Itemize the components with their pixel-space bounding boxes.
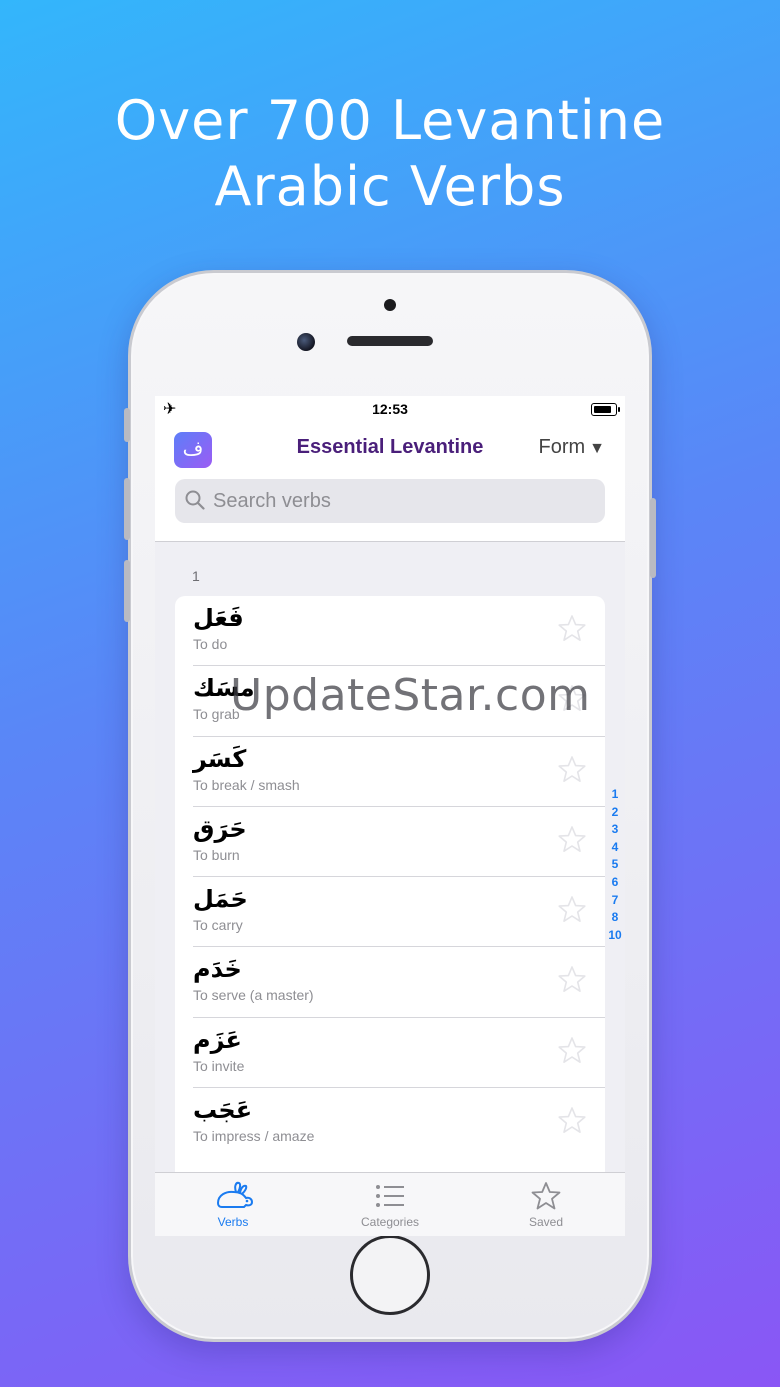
- search-input[interactable]: [213, 483, 593, 519]
- verb-english: To impress / amaze: [193, 1128, 315, 1145]
- favorite-star-icon[interactable]: [557, 1036, 587, 1066]
- verb-row[interactable]: كَسَر To break / smash: [193, 737, 605, 807]
- phone-side-button-left-3: [124, 560, 130, 622]
- tab-saved-label: Saved: [528, 1215, 564, 1229]
- favorite-star-icon[interactable]: [557, 895, 587, 925]
- search-icon: [185, 490, 205, 510]
- phone-side-button-right: [650, 498, 656, 578]
- section-index-item[interactable]: 7: [605, 892, 625, 910]
- verb-arabic: عَجَب: [193, 1096, 253, 1125]
- section-index[interactable]: 1 2 3 4 5 6 7 8 10: [605, 786, 625, 944]
- battery-icon: [591, 403, 620, 416]
- status-time: 12:53: [372, 401, 408, 417]
- caret-down-icon: ▼: [589, 440, 605, 457]
- tab-saved[interactable]: Saved: [486, 1181, 606, 1229]
- headline-line-2: Arabic Verbs: [214, 155, 566, 218]
- headline-line-1: Over 700 Levantine: [114, 89, 666, 152]
- section-index-item[interactable]: 1: [605, 786, 625, 804]
- tab-categories[interactable]: Categories: [330, 1181, 450, 1229]
- favorite-star-icon[interactable]: [557, 614, 587, 644]
- tab-verbs[interactable]: Verbs: [173, 1181, 293, 1229]
- form-filter-button[interactable]: Form ▼: [538, 436, 605, 459]
- verb-row[interactable]: عَجَب To impress / amaze: [193, 1088, 605, 1158]
- section-index-item[interactable]: 10: [605, 927, 625, 945]
- verb-english: To do: [193, 636, 228, 652]
- verb-row[interactable]: فَعَل To do: [193, 596, 605, 667]
- rabbit-icon: [216, 1181, 254, 1208]
- verb-arabic: حَرَق: [193, 814, 247, 843]
- tab-verbs-label: Verbs: [217, 1215, 249, 1229]
- home-button[interactable]: [350, 1235, 430, 1315]
- verb-english: To carry: [193, 917, 243, 934]
- form-filter-label: Form: [538, 436, 586, 458]
- section-index-item[interactable]: 2: [605, 804, 625, 822]
- section-index-item[interactable]: 5: [605, 856, 625, 874]
- list-icon: [376, 1185, 404, 1207]
- navigation-bar: ف Essential Levantine Form ▼: [155, 424, 625, 542]
- favorite-star-icon[interactable]: [557, 965, 587, 995]
- star-icon: [531, 1182, 561, 1210]
- tab-bar: Verbs Categories Saved: [155, 1172, 625, 1236]
- verb-arabic: حَمَل: [193, 885, 248, 914]
- status-bar: ✈ 12:53: [155, 396, 625, 424]
- favorite-star-icon[interactable]: [557, 1106, 587, 1136]
- verb-english: To invite: [193, 1057, 245, 1074]
- verb-english: To break / smash: [193, 776, 300, 793]
- favorite-star-icon[interactable]: [557, 825, 587, 855]
- earpiece-speaker: [347, 336, 433, 346]
- favorite-star-icon[interactable]: [557, 755, 587, 785]
- section-index-item[interactable]: 3: [605, 821, 625, 839]
- verb-row[interactable]: حَرَق To burn: [193, 807, 605, 878]
- phone-screen: ✈ 12:53 ف Essential Levantine Form▼ 1 فَ…: [155, 396, 625, 1236]
- phone-side-button-left-1: [124, 408, 130, 442]
- phone-side-button-left-2: [124, 478, 130, 540]
- verb-arabic: خَدَم: [193, 955, 242, 984]
- section-header: 1: [192, 568, 200, 584]
- verb-english: To burn: [193, 846, 240, 863]
- headline: Over 700 Levantine Arabic Verbs: [0, 88, 780, 220]
- verb-row[interactable]: حَمَل To carry: [193, 877, 605, 948]
- section-index-item[interactable]: 8: [605, 909, 625, 927]
- verb-arabic: كَسَر: [193, 744, 247, 773]
- verb-arabic: عَزَم: [193, 1025, 242, 1054]
- verb-arabic: فَعَل: [193, 604, 244, 632]
- tab-categories-label: Categories: [360, 1215, 420, 1229]
- verb-row[interactable]: خَدَم To serve (a master): [193, 947, 605, 1018]
- verb-english: To serve (a master): [193, 987, 314, 1004]
- front-camera: [297, 333, 315, 351]
- verb-row[interactable]: عَزَم To invite: [193, 1018, 605, 1089]
- watermark-text: UpdateStar.com: [230, 670, 591, 721]
- section-index-item[interactable]: 6: [605, 874, 625, 892]
- search-bar[interactable]: [175, 479, 605, 523]
- section-index-item[interactable]: 4: [605, 839, 625, 857]
- proximity-sensor: [384, 299, 396, 311]
